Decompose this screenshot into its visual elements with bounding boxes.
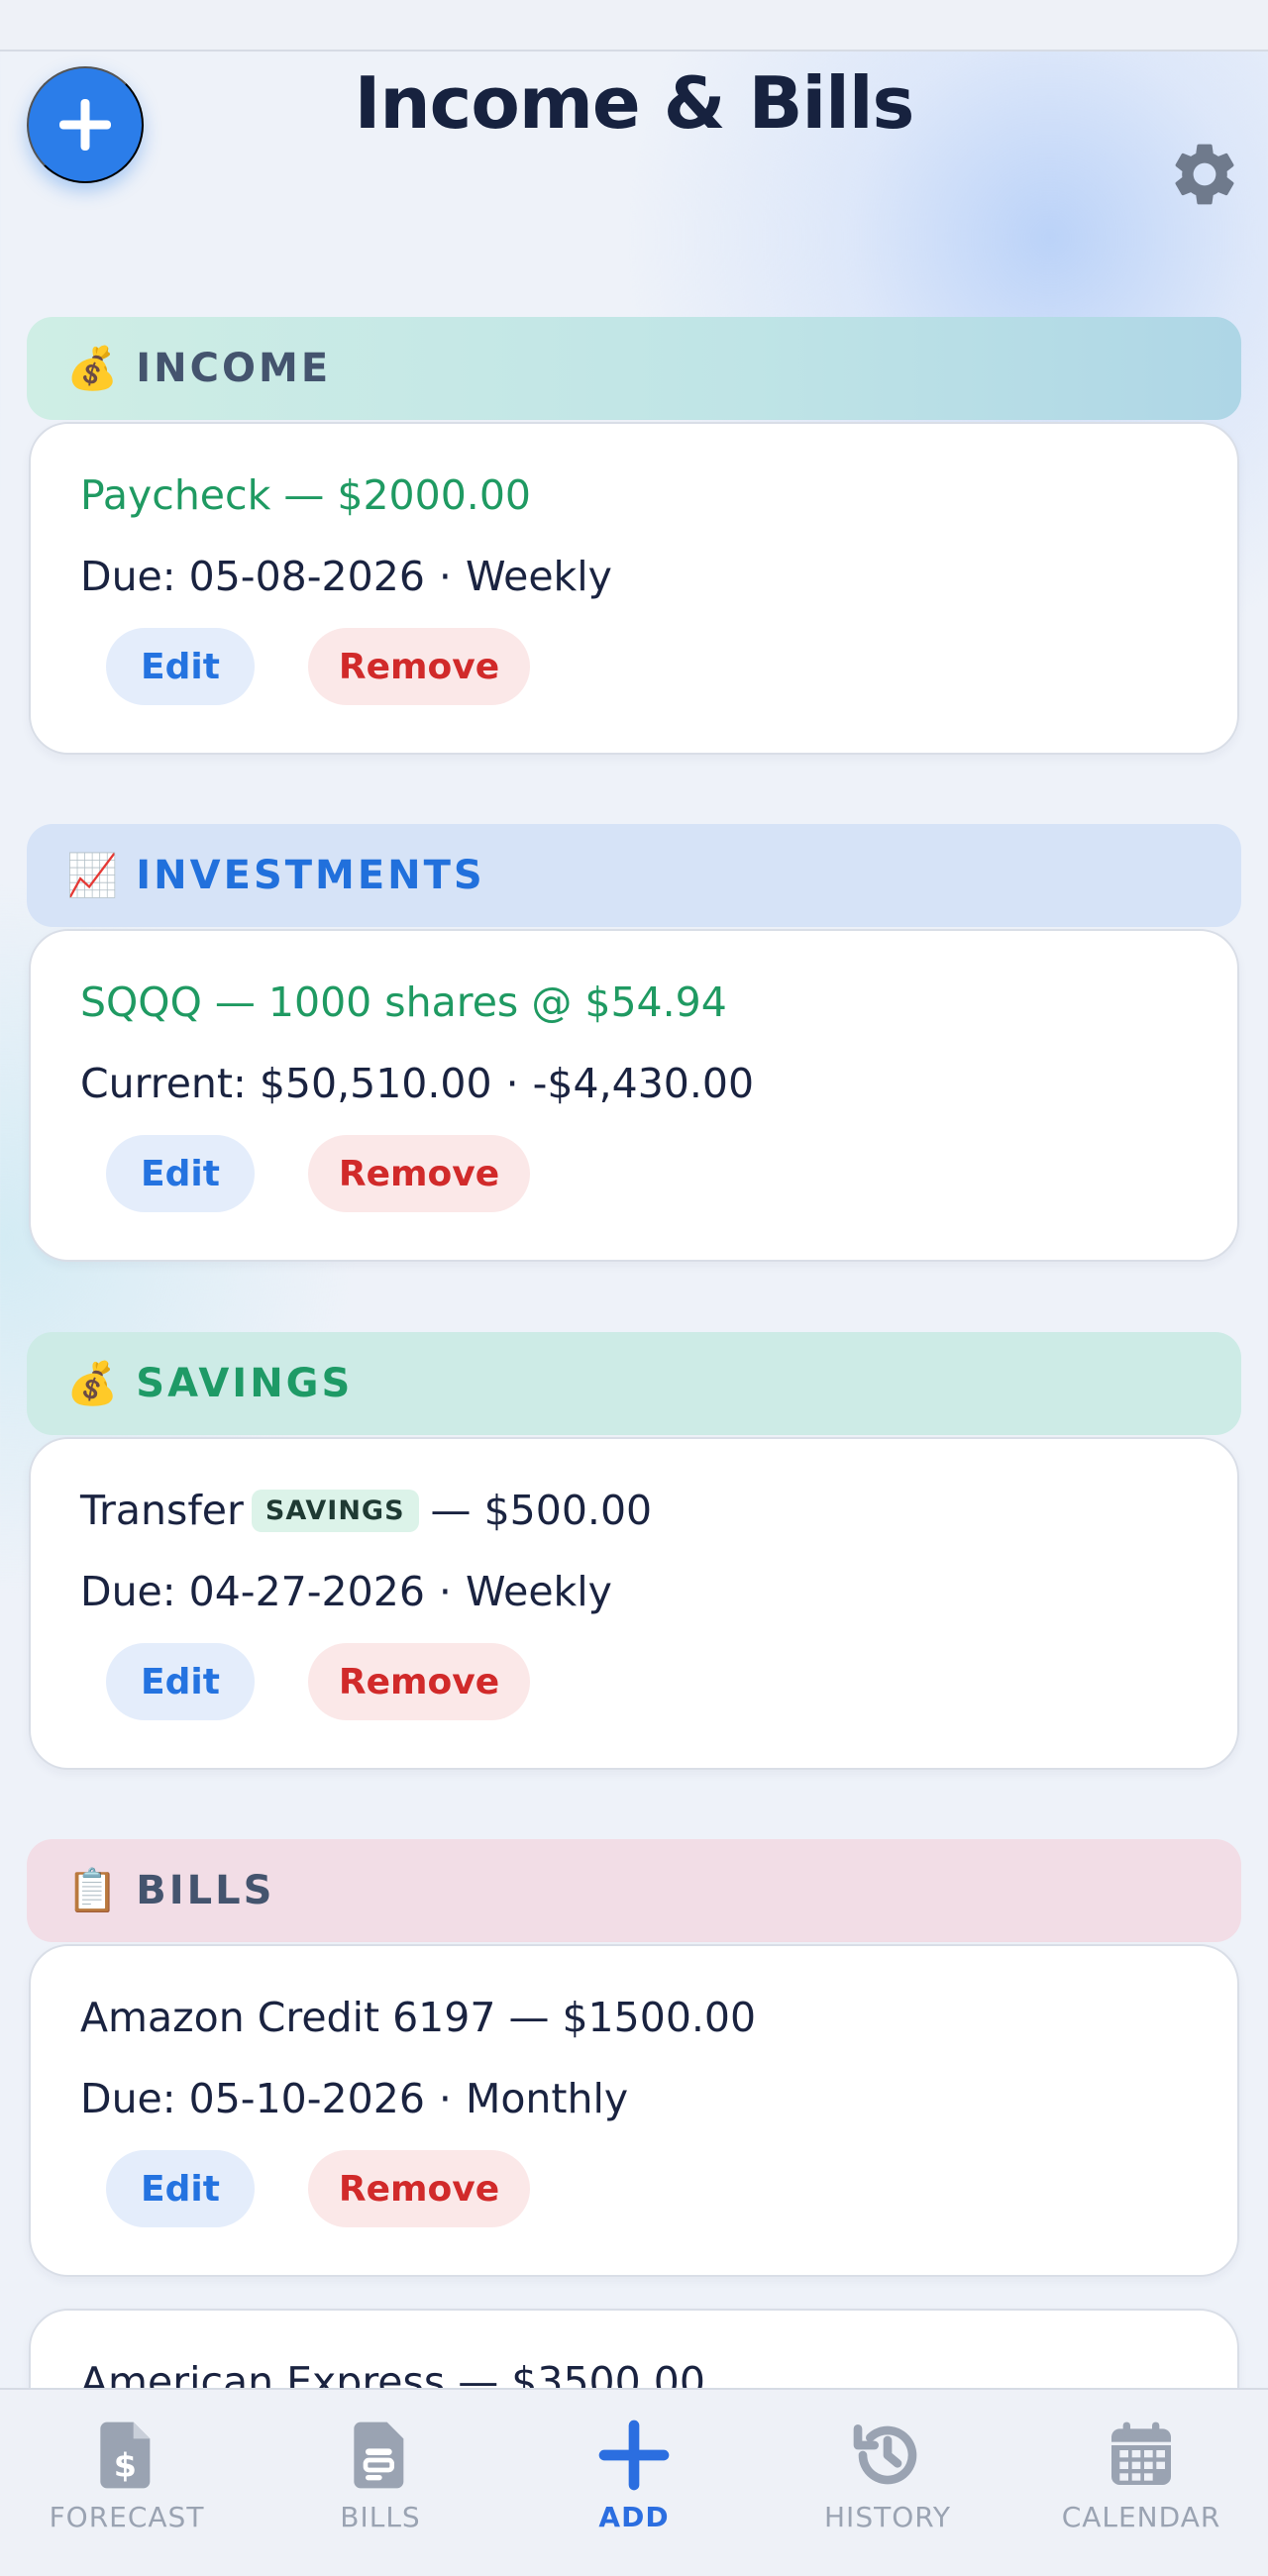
plus-icon: [598, 2420, 670, 2491]
section-label: SAVINGS: [136, 1361, 354, 1406]
remove-button[interactable]: Remove: [308, 1135, 530, 1212]
page-title: Income & Bills: [354, 61, 915, 145]
card-title: Transfer SAVINGS — $500.00: [80, 1487, 652, 1534]
remove-button[interactable]: Remove: [308, 1643, 530, 1720]
section-header-bills: 📋 BILLS: [27, 1839, 1241, 1942]
nav-add[interactable]: ADD: [507, 2390, 761, 2576]
edit-button[interactable]: Edit: [106, 628, 255, 705]
separator: ·: [438, 1568, 452, 1615]
remove-button[interactable]: Remove: [308, 628, 530, 705]
card-details: Due: 05-08-2026 · Weekly: [80, 553, 612, 600]
money-bag-icon: 💰: [66, 1359, 119, 1407]
dollar-document-icon: $: [100, 2421, 151, 2489]
nav-history[interactable]: HISTORY: [761, 2390, 1014, 2576]
current-value: Current: $50,510.00: [80, 1060, 492, 1107]
due-date: Due: 04-27-2026: [80, 1568, 425, 1615]
separator: ·: [505, 1060, 519, 1107]
edit-button[interactable]: Edit: [106, 1643, 255, 1720]
title-amount: — $500.00: [430, 1487, 653, 1534]
investment-card: SQQQ — 1000 shares @ $54.94 Current: $50…: [29, 929, 1239, 1262]
card-title: SQQQ — 1000 shares @ $54.94: [80, 979, 727, 1026]
edit-button[interactable]: Edit: [106, 1135, 255, 1212]
section-header-investments: 📈 INVESTMENTS: [27, 824, 1241, 927]
gain-loss: -$4,430.00: [532, 1060, 755, 1107]
savings-badge: SAVINGS: [251, 1489, 419, 1532]
card-title: Amazon Credit 6197 — $1500.00: [80, 1994, 757, 2041]
card-title: Paycheck — $2000.00: [80, 471, 532, 519]
card-details: Due: 04-27-2026 · Weekly: [80, 1568, 612, 1615]
due-date: Due: 05-08-2026: [80, 553, 425, 600]
status-bar: [0, 0, 1268, 52]
section-header-income: 💰 INCOME: [27, 317, 1241, 420]
card-details: Due: 05-10-2026 · Monthly: [80, 2075, 628, 2122]
nav-label: BILLS: [340, 2501, 421, 2533]
remove-button[interactable]: Remove: [308, 2150, 530, 2227]
bottom-nav: $ FORECAST BILLS ADD HISTORY CALENDAR: [0, 2388, 1268, 2576]
bill-card: Amazon Credit 6197 — $1500.00 Due: 05-10…: [29, 1944, 1239, 2277]
bill-document-icon: [354, 2421, 404, 2489]
edit-button[interactable]: Edit: [106, 2150, 255, 2227]
gear-icon[interactable]: [1167, 137, 1242, 212]
separator: ·: [438, 553, 452, 600]
clipboard-icon: 📋: [66, 1866, 119, 1914]
nav-label: FORECAST: [49, 2501, 205, 2533]
frequency: Weekly: [465, 553, 612, 600]
history-icon: [853, 2424, 917, 2485]
due-date: Due: 05-10-2026: [80, 2075, 425, 2122]
svg-text:$: $: [114, 2446, 137, 2485]
frequency: Monthly: [465, 2075, 629, 2122]
nav-label: ADD: [598, 2501, 670, 2533]
nav-calendar[interactable]: CALENDAR: [1014, 2390, 1268, 2576]
section-label: INVESTMENTS: [136, 853, 485, 898]
nav-bills[interactable]: BILLS: [254, 2390, 507, 2576]
section-label: INCOME: [136, 346, 332, 391]
income-card: Paycheck — $2000.00 Due: 05-08-2026 · Week…: [29, 422, 1239, 755]
section-header-savings: 💰 SAVINGS: [27, 1332, 1241, 1435]
chart-increasing-icon: 📈: [66, 851, 119, 899]
nav-label: HISTORY: [824, 2501, 951, 2533]
calendar-icon: [1111, 2421, 1171, 2485]
frequency: Weekly: [465, 1568, 612, 1615]
section-label: BILLS: [136, 1868, 275, 1913]
card-details: Current: $50,510.00 · -$4,430.00: [80, 1060, 754, 1107]
nav-label: CALENDAR: [1061, 2501, 1221, 2533]
money-bag-icon: 💰: [66, 344, 119, 392]
separator: ·: [438, 2075, 452, 2122]
title-prefix: Transfer: [80, 1487, 244, 1534]
savings-card: Transfer SAVINGS — $500.00 Due: 04-27-2026…: [29, 1437, 1239, 1770]
nav-forecast[interactable]: $ FORECAST: [0, 2390, 254, 2576]
